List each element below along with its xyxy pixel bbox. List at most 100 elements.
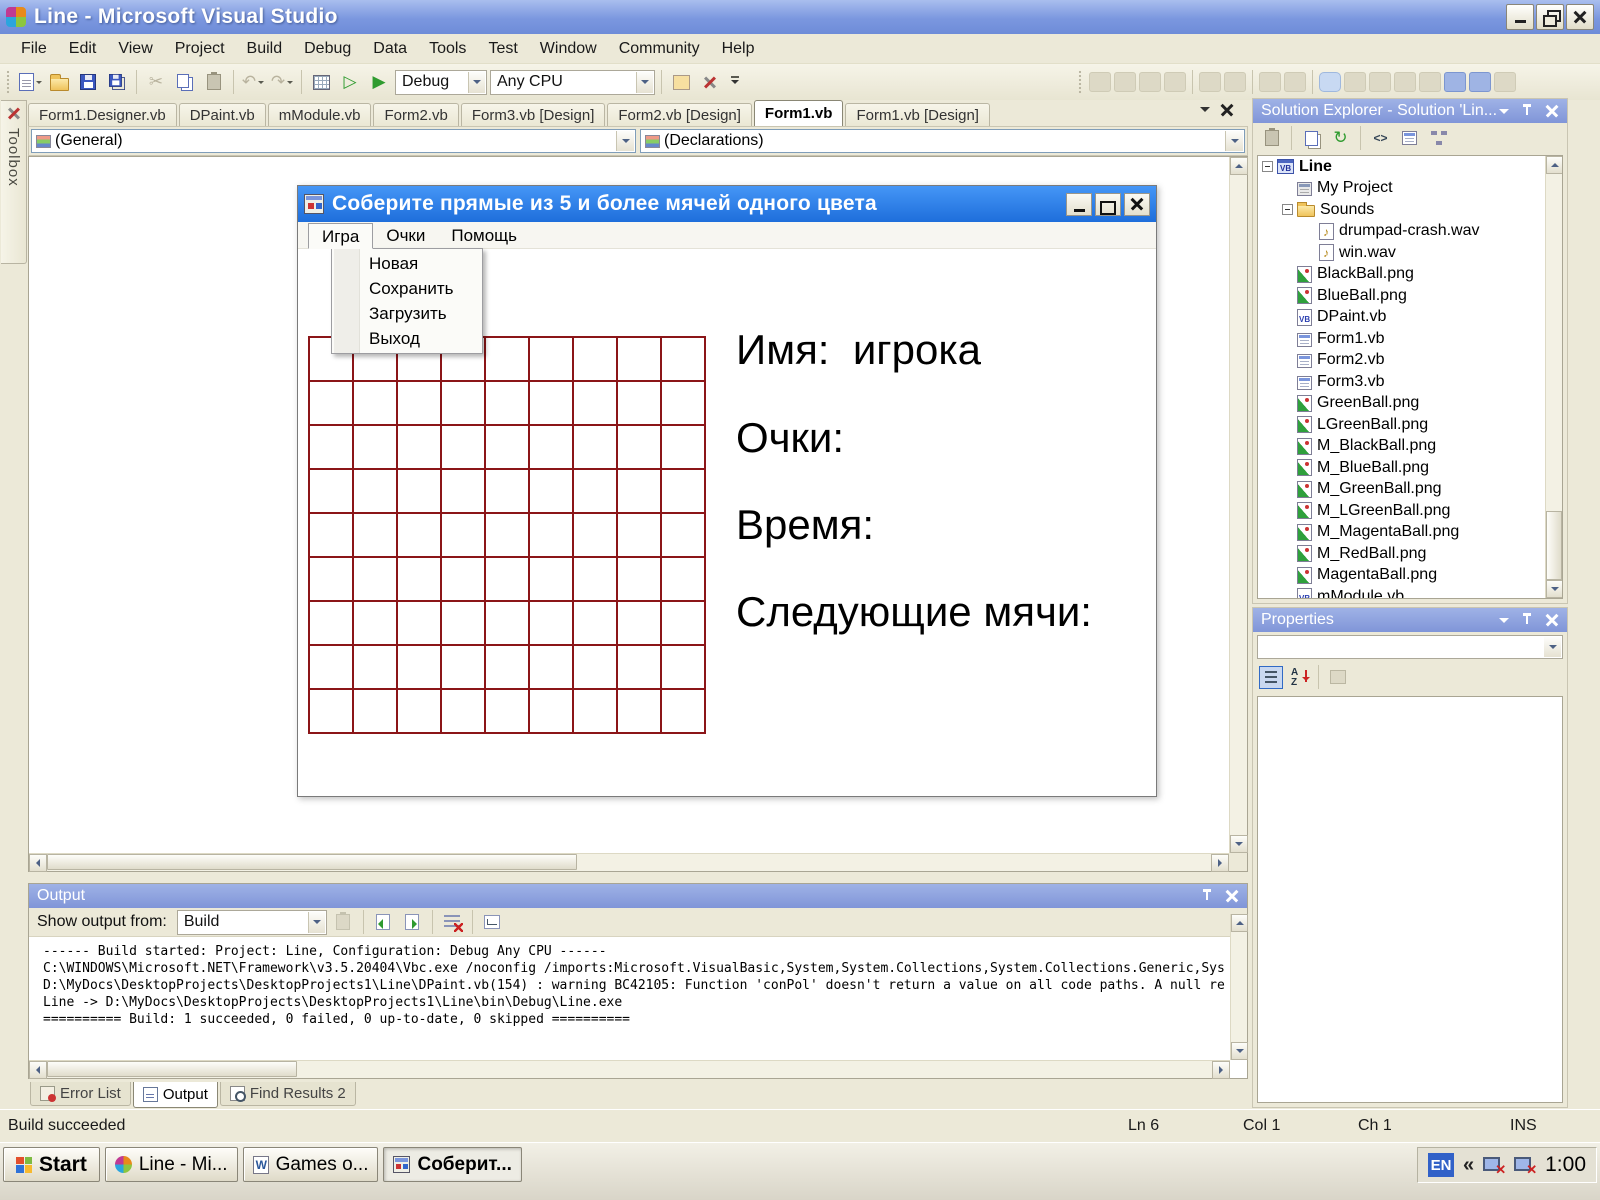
grid-cell[interactable] xyxy=(574,514,618,558)
navigate-back-icon[interactable] xyxy=(1444,72,1466,92)
grid-cell[interactable] xyxy=(486,690,530,734)
game-menu-item[interactable]: Очки xyxy=(373,223,438,248)
view-class-diagram-icon[interactable] xyxy=(1426,126,1451,150)
grid-cell[interactable] xyxy=(354,382,398,426)
menu-item[interactable]: Help xyxy=(711,34,766,64)
grid-cell[interactable] xyxy=(354,558,398,602)
grid-cell[interactable] xyxy=(662,426,706,470)
grid-cell[interactable] xyxy=(574,602,618,646)
grid-cell[interactable] xyxy=(662,514,706,558)
grid-cell[interactable] xyxy=(398,382,442,426)
chevron-down-icon[interactable] xyxy=(1499,109,1509,119)
tree-item[interactable]: Form2.vb xyxy=(1258,350,1562,372)
scrollbar-thumb[interactable] xyxy=(47,1061,297,1077)
members-combo[interactable]: (Declarations) xyxy=(640,129,1245,153)
grid-cell[interactable] xyxy=(310,382,354,426)
grid-cell[interactable] xyxy=(442,646,486,690)
grid-cell[interactable] xyxy=(618,558,662,602)
comment-icon[interactable] xyxy=(1259,72,1281,92)
properties-grid[interactable] xyxy=(1257,696,1563,1103)
grid-cell[interactable] xyxy=(574,382,618,426)
grid-cell[interactable] xyxy=(442,690,486,734)
grid-cell[interactable] xyxy=(530,426,574,470)
close-document-icon[interactable] xyxy=(1220,103,1234,117)
grid-cell[interactable] xyxy=(530,514,574,558)
step-arrow-icon[interactable]: ▷ xyxy=(337,69,363,96)
object-selector-combo[interactable] xyxy=(1257,635,1563,659)
editor-tab[interactable]: Form2.vb xyxy=(373,103,458,126)
increase-indent-icon[interactable] xyxy=(1224,72,1246,92)
toggle-word-wrap-icon[interactable] xyxy=(480,910,505,934)
grid-cell[interactable] xyxy=(486,382,530,426)
solution-configurations-combo[interactable]: Debug xyxy=(395,70,487,95)
redo-icon[interactable]: ↷ xyxy=(269,69,295,96)
grid-cell[interactable] xyxy=(662,602,706,646)
grid-cell[interactable] xyxy=(486,426,530,470)
save-all-icon[interactable] xyxy=(104,69,130,96)
tree-item[interactable]: BlueBall.png xyxy=(1258,285,1562,307)
grid-cell[interactable] xyxy=(398,514,442,558)
game-menu-item[interactable]: Помощь xyxy=(438,223,530,248)
grid-cell[interactable] xyxy=(398,646,442,690)
tab-list-chevron-icon[interactable] xyxy=(1200,107,1210,117)
collapse-icon[interactable] xyxy=(1262,161,1273,172)
grid-cell[interactable] xyxy=(442,470,486,514)
close-icon[interactable] xyxy=(1545,613,1559,627)
grid-cell[interactable] xyxy=(618,646,662,690)
toolbar-grip[interactable] xyxy=(1078,70,1082,94)
tree-item[interactable]: GreenBall.png xyxy=(1258,393,1562,415)
grid-cell[interactable] xyxy=(530,602,574,646)
grid-cell[interactable] xyxy=(486,338,530,382)
tree-item[interactable]: M_BlueBall.png xyxy=(1258,457,1562,479)
undo-icon[interactable]: ↶ xyxy=(240,69,266,96)
grid-cell[interactable] xyxy=(530,470,574,514)
grid-cell[interactable] xyxy=(486,646,530,690)
editor-vertical-scrollbar[interactable] xyxy=(1229,157,1247,853)
grid-cell[interactable] xyxy=(398,602,442,646)
editor-tab[interactable]: mModule.vb xyxy=(268,103,372,126)
tree-item[interactable]: M_BlackBall.png xyxy=(1258,436,1562,458)
start-button[interactable]: Start xyxy=(3,1147,100,1182)
grid-cell[interactable] xyxy=(486,602,530,646)
menu-item[interactable]: Data xyxy=(362,34,418,64)
grid-cell[interactable] xyxy=(574,426,618,470)
network-disconnected-icon[interactable] xyxy=(1514,1155,1536,1175)
dropdown-menu-item[interactable]: Загрузить xyxy=(332,301,482,326)
types-combo[interactable]: (General) xyxy=(31,129,636,153)
grid-cell[interactable] xyxy=(310,690,354,734)
bookmark-folder-prev-icon[interactable] xyxy=(1394,72,1416,92)
dropdown-menu-item[interactable]: Сохранить xyxy=(332,276,482,301)
tree-item[interactable]: BlackBall.png xyxy=(1258,264,1562,286)
grid-cell[interactable] xyxy=(486,514,530,558)
menu-item[interactable]: Tools xyxy=(418,34,477,64)
grid-cell[interactable] xyxy=(530,646,574,690)
grid-cell[interactable] xyxy=(486,470,530,514)
build-icon[interactable] xyxy=(308,69,334,96)
output-panel-titlebar[interactable]: Output xyxy=(29,884,1247,908)
grid-cell[interactable] xyxy=(442,382,486,426)
grid-cell[interactable] xyxy=(574,558,618,602)
grid-cell[interactable] xyxy=(354,426,398,470)
save-icon[interactable] xyxy=(75,69,101,96)
grid-cell[interactable] xyxy=(354,646,398,690)
editor-tab[interactable]: Form1.Designer.vb xyxy=(28,103,177,126)
grid-cell[interactable] xyxy=(310,646,354,690)
property-pages-icon[interactable] xyxy=(1326,666,1350,689)
grid-cell[interactable] xyxy=(530,690,574,734)
grid-cell[interactable] xyxy=(398,426,442,470)
alphabetical-sort-icon[interactable]: AZ xyxy=(1287,666,1311,689)
close-icon[interactable] xyxy=(1566,4,1594,30)
grid-cell[interactable] xyxy=(310,426,354,470)
menu-item[interactable]: Build xyxy=(236,34,294,64)
grid-cell[interactable] xyxy=(398,558,442,602)
editor-tab[interactable]: Form1.vb xyxy=(754,100,844,126)
word-completion-icon[interactable] xyxy=(1164,72,1186,92)
close-icon[interactable] xyxy=(1124,193,1150,216)
grid-cell[interactable] xyxy=(398,690,442,734)
previous-message-icon[interactable] xyxy=(371,910,396,934)
grid-cell[interactable] xyxy=(530,338,574,382)
start-debug-icon[interactable]: ▶ xyxy=(366,69,392,96)
categorized-icon[interactable] xyxy=(1259,666,1283,689)
scrollbar-thumb[interactable] xyxy=(47,854,577,870)
grid-cell[interactable] xyxy=(618,514,662,558)
